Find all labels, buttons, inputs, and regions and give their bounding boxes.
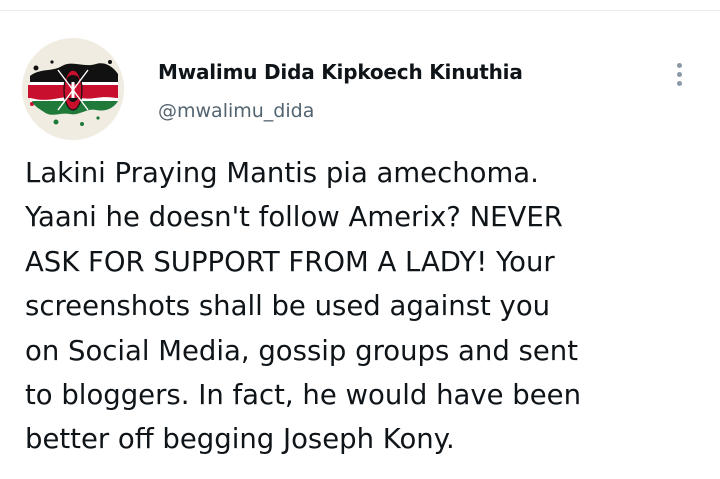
tweet-text: Lakini Praying Mantis pia amechoma. Yaan… [25, 151, 715, 462]
tweet-text-line: better off begging Joseph Kony. [25, 423, 455, 456]
avatar[interactable] [22, 38, 124, 140]
tweet-text-line: Yaani he doesn't follow Amerix? NEVER [25, 201, 563, 234]
tweet-text-line: to bloggers. In fact, he would have been [25, 379, 582, 412]
tweet-text-line: ASK FOR SUPPORT FROM A LADY! Your [25, 245, 555, 278]
top-divider [0, 0, 720, 11]
vertical-ellipsis-icon [677, 72, 682, 77]
tweet-text-line: screenshots shall be used against you [25, 290, 551, 323]
vertical-ellipsis-icon [677, 63, 682, 68]
author-handle[interactable]: @mwalimu_dida [158, 100, 314, 122]
tweet-text-line: on Social Media, gossip groups and sent [25, 334, 578, 367]
tweet-card: Mwalimu Dida Kipkoech Kinuthia @mwalimu_… [0, 11, 720, 479]
author-name[interactable]: Mwalimu Dida Kipkoech Kinuthia [158, 60, 523, 84]
kenya-flag-splash-icon [22, 38, 124, 140]
vertical-ellipsis-icon [677, 81, 682, 86]
more-options-button[interactable] [665, 55, 695, 95]
tweet-text-line: Lakini Praying Mantis pia amechoma. [25, 157, 539, 189]
